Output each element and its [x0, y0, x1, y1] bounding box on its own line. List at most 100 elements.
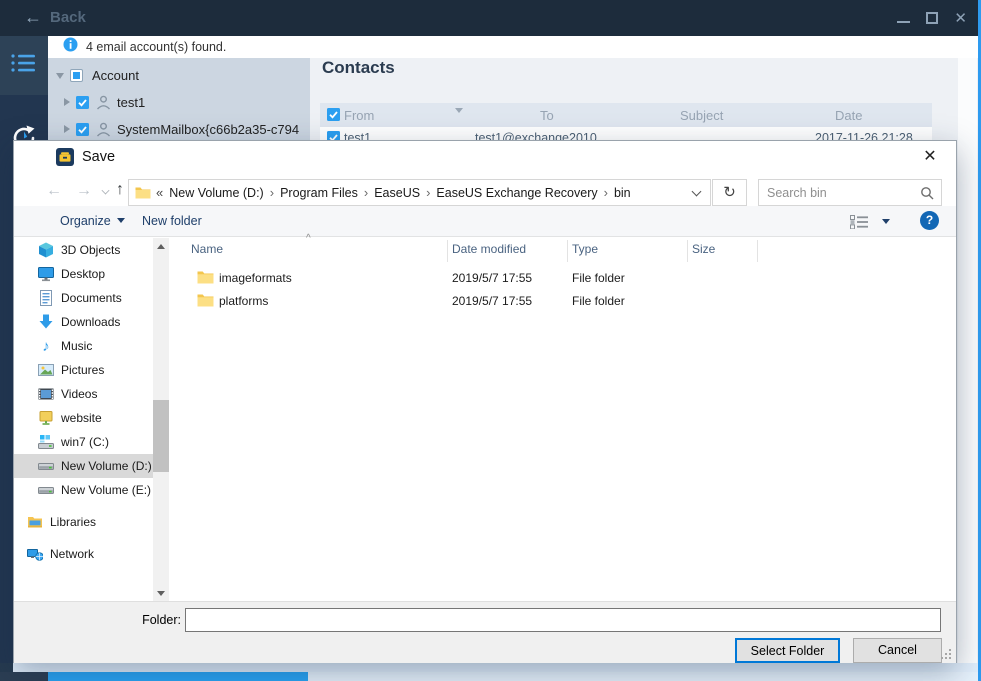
place-item-videos[interactable]: Videos — [14, 382, 153, 406]
address-dropdown-icon[interactable] — [691, 186, 702, 197]
tree-item-account[interactable]: Account — [48, 62, 310, 89]
expander-right-icon[interactable] — [64, 98, 70, 106]
tree-item-systemmailbox[interactable]: SystemMailbox{c66b2a35-c794 — [48, 116, 310, 143]
place-item-documents[interactable]: Documents — [14, 286, 153, 310]
dialog-title: Save — [82, 149, 116, 165]
breadcrumb-separator: › — [269, 185, 275, 200]
place-item-3d-objects[interactable]: 3D Objects — [14, 238, 153, 262]
tree-item-test1[interactable]: test1 — [48, 89, 310, 116]
save-dialog-icon — [56, 148, 74, 171]
music-icon: ♪ — [42, 337, 50, 355]
scroll-up-button[interactable] — [153, 238, 169, 254]
breadcrumb-overflow[interactable]: « — [151, 185, 169, 200]
breadcrumb-separator: › — [363, 185, 369, 200]
dialog-footer: Folder: Select Folder Cancel — [14, 601, 956, 663]
cell-type: File folder — [572, 271, 625, 285]
select-folder-button[interactable]: Select Folder — [735, 638, 840, 663]
folder-input[interactable] — [185, 608, 941, 632]
back-button[interactable]: ← Back — [24, 6, 86, 28]
place-item-win7-c[interactable]: win7 (C:) — [14, 430, 153, 454]
place-item-network[interactable]: Network — [14, 542, 153, 566]
tree-label-systemmailbox: SystemMailbox{c66b2a35-c794 — [117, 122, 300, 137]
resize-grip[interactable] — [938, 646, 951, 659]
refresh-button[interactable]: ↻ — [712, 179, 747, 206]
person-icon — [96, 122, 111, 142]
nav-forward-button[interactable]: → — [76, 182, 92, 200]
row-checkbox[interactable] — [327, 131, 340, 140]
from-dropdown-icon[interactable] — [455, 108, 463, 113]
systemmailbox-checkbox[interactable] — [76, 123, 89, 141]
help-button[interactable]: ? — [920, 211, 939, 230]
file-row-imageformats[interactable]: imageformats 2019/5/7 17:55 File folder — [171, 267, 941, 289]
drive-icon — [38, 482, 54, 498]
details-view-icon[interactable] — [850, 215, 868, 234]
desktop-icon — [38, 266, 54, 282]
place-item-downloads[interactable]: Downloads — [14, 310, 153, 334]
breadcrumb-item[interactable]: Program Files — [280, 186, 358, 200]
cell-date: 2017-11-26 21:28 — [815, 131, 913, 140]
cancel-button[interactable]: Cancel — [853, 638, 942, 663]
view-options-dropdown-icon[interactable] — [882, 219, 890, 224]
nav-history-dropdown[interactable] — [101, 186, 110, 195]
status-strip — [0, 663, 981, 672]
breadcrumb-separator: › — [603, 185, 608, 200]
app-close-button[interactable]: ✕ — [954, 11, 967, 26]
from-checkbox[interactable] — [327, 108, 340, 124]
organize-button[interactable]: Organize — [60, 214, 125, 228]
nav-up-button[interactable]: ↑ — [116, 181, 124, 199]
cell-date-modified: 2019/5/7 17:55 — [452, 271, 533, 285]
place-item-new-volume-d[interactable]: New Volume (D:) — [14, 454, 153, 478]
scrollbar-thumb[interactable] — [153, 400, 169, 472]
contacts-header: From To Subject Date — [320, 103, 932, 127]
places-scrollbar[interactable] — [153, 238, 169, 601]
place-item-desktop[interactable]: Desktop — [14, 262, 153, 286]
file-row-platforms[interactable]: platforms 2019/5/7 17:55 File folder — [171, 290, 941, 312]
minimize-button[interactable] — [897, 21, 911, 23]
maximize-button[interactable] — [926, 12, 939, 24]
network-icon — [27, 546, 43, 562]
progress-bar — [0, 672, 981, 681]
organize-dropdown-icon — [116, 218, 125, 223]
column-header-to[interactable]: To — [540, 108, 554, 123]
dialog-close-button[interactable]: ✕ — [917, 146, 943, 168]
person-icon — [96, 95, 111, 115]
sidebar-item-list[interactable] — [0, 36, 48, 95]
place-item-libraries[interactable]: Libraries — [14, 510, 153, 534]
nav-back-button[interactable]: ← — [46, 182, 62, 200]
search-box — [758, 179, 942, 206]
test1-checkbox[interactable] — [76, 96, 89, 114]
cell-name: imageformats — [219, 271, 292, 285]
place-item-pictures[interactable]: Pictures — [14, 358, 153, 382]
scroll-down-button[interactable] — [153, 585, 169, 601]
account-checkbox-partial[interactable] — [70, 69, 83, 87]
breadcrumb-item[interactable]: EaseUS Exchange Recovery — [436, 186, 597, 200]
contact-row-partial[interactable]: test1 test1@exchange2010 2017-11-26 21:2… — [320, 127, 932, 140]
column-header-size[interactable]: Size — [692, 242, 715, 256]
address-bar[interactable]: « New Volume (D:) › Program Files › Ease… — [128, 179, 711, 206]
place-item-website[interactable]: website — [14, 406, 153, 430]
search-input[interactable] — [759, 180, 919, 205]
folder-icon — [197, 293, 214, 310]
column-header-type[interactable]: Type — [572, 242, 598, 256]
breadcrumb-item[interactable]: EaseUS — [374, 186, 420, 200]
breadcrumb-item[interactable]: bin — [614, 186, 631, 200]
save-dialog: Save ✕ ← → ↑ « New Volume (D:) › Program… — [13, 140, 957, 663]
tree-label-account: Account — [92, 68, 139, 83]
column-header-date-modified[interactable]: Date modified — [452, 242, 526, 256]
column-header-subject[interactable]: Subject — [680, 108, 723, 123]
cell-from: test1 — [344, 131, 372, 140]
folder-icon — [197, 270, 214, 287]
place-item-music[interactable]: ♪ Music — [14, 334, 153, 358]
cell-name: platforms — [219, 294, 269, 308]
column-header-date[interactable]: Date — [835, 108, 862, 123]
breadcrumb-item[interactable]: New Volume (D:) — [169, 186, 263, 200]
documents-icon — [38, 290, 54, 306]
contacts-scrollbar[interactable] — [958, 58, 977, 663]
expander-right-icon[interactable] — [64, 125, 70, 133]
cell-type: File folder — [572, 294, 625, 308]
column-header-from[interactable]: From — [344, 108, 374, 123]
expander-down-icon[interactable] — [56, 73, 64, 79]
column-header-name[interactable]: Name — [191, 242, 223, 256]
new-folder-button[interactable]: New folder — [142, 214, 202, 228]
place-item-new-volume-e[interactable]: New Volume (E:) — [14, 478, 153, 502]
